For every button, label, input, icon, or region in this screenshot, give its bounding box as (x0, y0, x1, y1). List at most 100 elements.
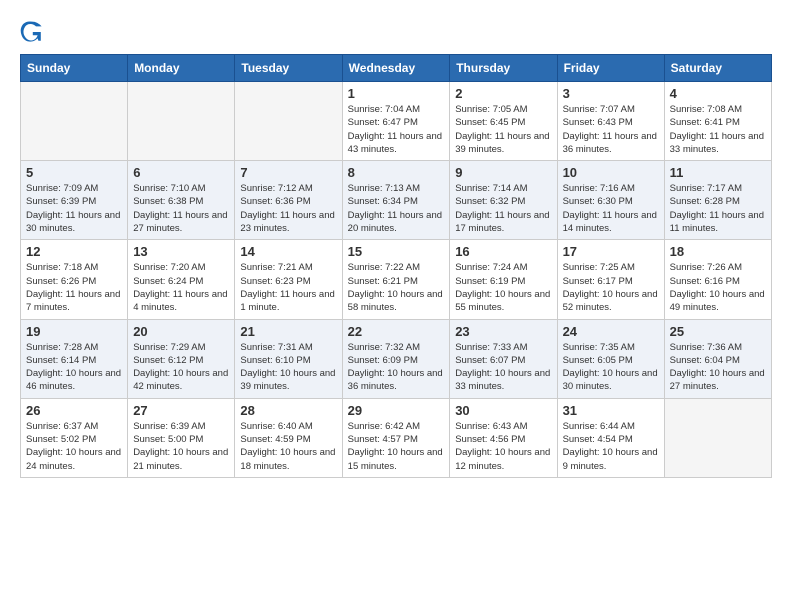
day-number: 29 (348, 403, 445, 418)
day-info: Sunrise: 7:29 AM Sunset: 6:12 PM Dayligh… (133, 341, 229, 394)
day-info: Sunrise: 7:05 AM Sunset: 6:45 PM Dayligh… (455, 103, 551, 156)
day-info: Sunrise: 7:35 AM Sunset: 6:05 PM Dayligh… (563, 341, 659, 394)
day-info: Sunrise: 6:42 AM Sunset: 4:57 PM Dayligh… (348, 420, 445, 473)
logo-icon (20, 20, 44, 44)
day-number: 14 (240, 244, 336, 259)
calendar-cell: 23 Sunrise: 7:33 AM Sunset: 6:07 PM Dayli… (450, 319, 557, 398)
day-number: 7 (240, 165, 336, 180)
day-info: Sunrise: 7:17 AM Sunset: 6:28 PM Dayligh… (670, 182, 766, 235)
day-info: Sunrise: 6:39 AM Sunset: 5:00 PM Dayligh… (133, 420, 229, 473)
calendar-cell: 26 Sunrise: 6:37 AM Sunset: 5:02 PM Dayli… (21, 398, 128, 477)
calendar-cell: 29 Sunrise: 6:42 AM Sunset: 4:57 PM Dayli… (342, 398, 450, 477)
calendar-cell: 4 Sunrise: 7:08 AM Sunset: 6:41 PM Daylig… (664, 82, 771, 161)
day-header-saturday: Saturday (664, 55, 771, 82)
calendar-week-row: 12Sunrise: 7:18 AM Sunset: 6:26 PM Dayli… (21, 240, 772, 319)
day-number: 13 (133, 244, 229, 259)
calendar-week-row: 5Sunrise: 7:09 AM Sunset: 6:39 PM Daylig… (21, 161, 772, 240)
calendar-cell: 19Sunrise: 7:28 AM Sunset: 6:14 PM Dayli… (21, 319, 128, 398)
day-header-thursday: Thursday (450, 55, 557, 82)
day-number: 10 (563, 165, 659, 180)
calendar-cell: 20 Sunrise: 7:29 AM Sunset: 6:12 PM Dayli… (128, 319, 235, 398)
day-number: 11 (670, 165, 766, 180)
calendar-cell: 18 Sunrise: 7:26 AM Sunset: 6:16 PM Dayli… (664, 240, 771, 319)
calendar-cell: 10 Sunrise: 7:16 AM Sunset: 6:30 PM Dayli… (557, 161, 664, 240)
day-info: Sunrise: 7:07 AM Sunset: 6:43 PM Dayligh… (563, 103, 659, 156)
calendar-table: SundayMondayTuesdayWednesdayThursdayFrid… (20, 54, 772, 478)
calendar-cell: 25 Sunrise: 7:36 AM Sunset: 6:04 PM Dayli… (664, 319, 771, 398)
day-header-sunday: Sunday (21, 55, 128, 82)
day-number: 6 (133, 165, 229, 180)
calendar-cell: 3Sunrise: 7:07 AM Sunset: 6:43 PM Daylig… (557, 82, 664, 161)
day-info: Sunrise: 7:33 AM Sunset: 6:07 PM Dayligh… (455, 341, 551, 394)
day-info: Sunrise: 7:09 AM Sunset: 6:39 PM Dayligh… (26, 182, 122, 235)
day-info: Sunrise: 7:24 AM Sunset: 6:19 PM Dayligh… (455, 261, 551, 314)
calendar-week-row: 19Sunrise: 7:28 AM Sunset: 6:14 PM Dayli… (21, 319, 772, 398)
calendar-cell: 30 Sunrise: 6:43 AM Sunset: 4:56 PM Dayli… (450, 398, 557, 477)
day-info: Sunrise: 7:31 AM Sunset: 6:10 PM Dayligh… (240, 341, 336, 394)
day-info: Sunrise: 7:36 AM Sunset: 6:04 PM Dayligh… (670, 341, 766, 394)
calendar-cell: 22 Sunrise: 7:32 AM Sunset: 6:09 PM Dayli… (342, 319, 450, 398)
day-number: 18 (670, 244, 766, 259)
day-info: Sunrise: 7:21 AM Sunset: 6:23 PM Dayligh… (240, 261, 336, 314)
calendar-week-row: 1 Sunrise: 7:04 AM Sunset: 6:47 PM Daylig… (21, 82, 772, 161)
page-header (20, 20, 772, 44)
calendar-cell: 28 Sunrise: 6:40 AM Sunset: 4:59 PM Dayli… (235, 398, 342, 477)
day-info: Sunrise: 7:32 AM Sunset: 6:09 PM Dayligh… (348, 341, 445, 394)
day-header-monday: Monday (128, 55, 235, 82)
calendar-cell: 17Sunrise: 7:25 AM Sunset: 6:17 PM Dayli… (557, 240, 664, 319)
day-number: 1 (348, 86, 445, 101)
day-number: 2 (455, 86, 551, 101)
calendar-cell: 6Sunrise: 7:10 AM Sunset: 6:38 PM Daylig… (128, 161, 235, 240)
day-number: 24 (563, 324, 659, 339)
day-info: Sunrise: 7:08 AM Sunset: 6:41 PM Dayligh… (670, 103, 766, 156)
day-info: Sunrise: 7:26 AM Sunset: 6:16 PM Dayligh… (670, 261, 766, 314)
day-info: Sunrise: 7:28 AM Sunset: 6:14 PM Dayligh… (26, 341, 122, 394)
day-number: 26 (26, 403, 122, 418)
calendar-cell: 1 Sunrise: 7:04 AM Sunset: 6:47 PM Daylig… (342, 82, 450, 161)
day-info: Sunrise: 6:43 AM Sunset: 4:56 PM Dayligh… (455, 420, 551, 473)
calendar-cell: 5Sunrise: 7:09 AM Sunset: 6:39 PM Daylig… (21, 161, 128, 240)
day-number: 25 (670, 324, 766, 339)
calendar-cell: 15 Sunrise: 7:22 AM Sunset: 6:21 PM Dayli… (342, 240, 450, 319)
day-number: 22 (348, 324, 445, 339)
calendar-cell: 27 Sunrise: 6:39 AM Sunset: 5:00 PM Dayli… (128, 398, 235, 477)
day-info: Sunrise: 7:22 AM Sunset: 6:21 PM Dayligh… (348, 261, 445, 314)
calendar-cell: 13 Sunrise: 7:20 AM Sunset: 6:24 PM Dayli… (128, 240, 235, 319)
day-number: 4 (670, 86, 766, 101)
logo (20, 20, 48, 44)
calendar-cell: 16 Sunrise: 7:24 AM Sunset: 6:19 PM Dayli… (450, 240, 557, 319)
day-header-tuesday: Tuesday (235, 55, 342, 82)
calendar-cell: 31Sunrise: 6:44 AM Sunset: 4:54 PM Dayli… (557, 398, 664, 477)
calendar-cell (128, 82, 235, 161)
calendar-header-row: SundayMondayTuesdayWednesdayThursdayFrid… (21, 55, 772, 82)
day-header-wednesday: Wednesday (342, 55, 450, 82)
calendar-cell: 21Sunrise: 7:31 AM Sunset: 6:10 PM Dayli… (235, 319, 342, 398)
day-number: 15 (348, 244, 445, 259)
day-number: 27 (133, 403, 229, 418)
day-number: 20 (133, 324, 229, 339)
day-number: 31 (563, 403, 659, 418)
day-info: Sunrise: 7:12 AM Sunset: 6:36 PM Dayligh… (240, 182, 336, 235)
day-number: 17 (563, 244, 659, 259)
calendar-cell: 12Sunrise: 7:18 AM Sunset: 6:26 PM Dayli… (21, 240, 128, 319)
day-info: Sunrise: 7:20 AM Sunset: 6:24 PM Dayligh… (133, 261, 229, 314)
day-info: Sunrise: 6:37 AM Sunset: 5:02 PM Dayligh… (26, 420, 122, 473)
day-number: 30 (455, 403, 551, 418)
day-number: 16 (455, 244, 551, 259)
day-info: Sunrise: 7:18 AM Sunset: 6:26 PM Dayligh… (26, 261, 122, 314)
calendar-cell: 14 Sunrise: 7:21 AM Sunset: 6:23 PM Dayli… (235, 240, 342, 319)
day-number: 23 (455, 324, 551, 339)
day-info: Sunrise: 7:14 AM Sunset: 6:32 PM Dayligh… (455, 182, 551, 235)
day-number: 28 (240, 403, 336, 418)
calendar-cell (664, 398, 771, 477)
day-info: Sunrise: 7:16 AM Sunset: 6:30 PM Dayligh… (563, 182, 659, 235)
calendar-cell: 8 Sunrise: 7:13 AM Sunset: 6:34 PM Daylig… (342, 161, 450, 240)
day-info: Sunrise: 7:04 AM Sunset: 6:47 PM Dayligh… (348, 103, 445, 156)
day-number: 8 (348, 165, 445, 180)
calendar-cell (235, 82, 342, 161)
calendar-week-row: 26 Sunrise: 6:37 AM Sunset: 5:02 PM Dayli… (21, 398, 772, 477)
calendar-cell: 11 Sunrise: 7:17 AM Sunset: 6:28 PM Dayli… (664, 161, 771, 240)
calendar-cell: 2 Sunrise: 7:05 AM Sunset: 6:45 PM Daylig… (450, 82, 557, 161)
day-info: Sunrise: 7:13 AM Sunset: 6:34 PM Dayligh… (348, 182, 445, 235)
day-info: Sunrise: 6:40 AM Sunset: 4:59 PM Dayligh… (240, 420, 336, 473)
